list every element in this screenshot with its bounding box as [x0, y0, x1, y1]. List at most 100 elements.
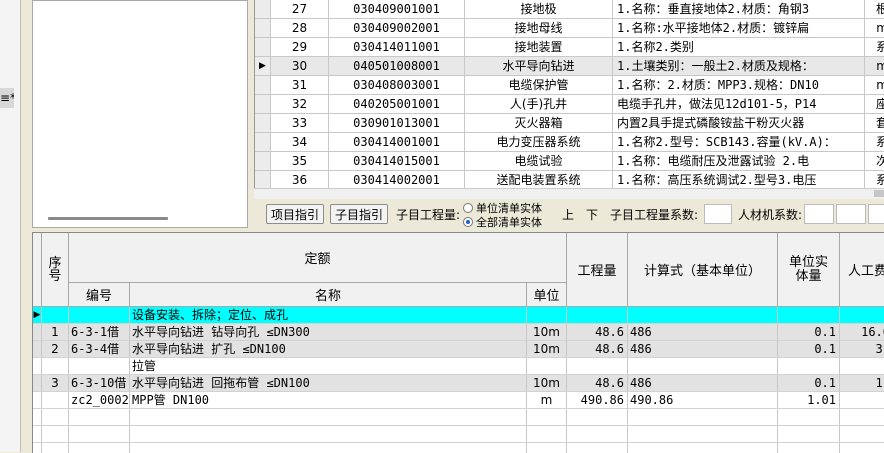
bill-cell-name[interactable]: 送配电装置系统 — [465, 171, 613, 188]
bill-cell-code[interactable]: 030901013001 — [329, 114, 465, 132]
bill-row[interactable]: 33030901013001灭火器箱内置2具手提式磷酸铵盐干粉灭火器套 — [255, 114, 884, 133]
row-indicator[interactable] — [255, 171, 271, 188]
bill-cell-feature[interactable]: 1.名称：电缆耐压及泄露试验 2.电 — [613, 152, 865, 170]
bill-cell-code[interactable]: 030414015001 — [329, 152, 465, 170]
quota-cell-formula[interactable]: 486 — [628, 375, 778, 391]
bill-cell-unit[interactable]: m — [865, 76, 884, 94]
header-unit[interactable]: 单位 — [527, 283, 567, 307]
quota-cell-labor[interactable] — [840, 409, 884, 425]
bill-cell-unit[interactable]: 系 — [865, 133, 884, 151]
quota-cell-seq[interactable]: 2 — [42, 341, 69, 357]
quota-cell-unit_qty[interactable] — [778, 409, 840, 425]
bill-cell-code[interactable]: 030414002001 — [329, 171, 465, 188]
row-indicator[interactable]: ▶ — [255, 57, 271, 75]
bill-cell-name[interactable]: 人(手)孔井 — [465, 95, 613, 113]
bill-cell-unit[interactable]: 座 — [865, 95, 884, 113]
radio-unit-entity[interactable] — [463, 203, 473, 213]
bill-row[interactable]: 35030414015001电缆试验1.名称：电缆耐压及泄露试验 2.电次 — [255, 152, 884, 171]
bill-cell-unit[interactable]: 根 — [865, 0, 884, 18]
row-indicator[interactable] — [255, 114, 271, 132]
quota-cell-qty[interactable] — [567, 307, 628, 323]
quota-cell-unit[interactable]: m — [527, 392, 567, 408]
bill-cell-name[interactable]: 电缆试验 — [465, 152, 613, 170]
row-indicator[interactable] — [255, 152, 271, 170]
bill-cell-unit[interactable]: 系 — [865, 38, 884, 56]
quota-cell-seq[interactable] — [42, 358, 69, 374]
tree-horizontal-scrollbar[interactable] — [48, 217, 168, 220]
bill-row[interactable]: 27030409001001接地极1.名称：垂直接地体2.材质：角钢3根 — [255, 0, 884, 19]
project-index-button[interactable]: 项目指引 — [266, 204, 325, 224]
bill-cell-code[interactable]: 030414001001 — [329, 133, 465, 151]
category-tree-panel[interactable] — [32, 0, 248, 228]
row-indicator[interactable] — [255, 133, 271, 151]
labor-coef-input-3[interactable] — [868, 204, 884, 224]
quota-cell-labor[interactable]: 3. — [840, 341, 884, 357]
bill-cell-feature[interactable]: 电缆手孔井，做法见12d101-5，P14 — [613, 95, 865, 113]
quota-cell-formula[interactable] — [628, 426, 778, 442]
bill-row[interactable]: 29030414011001接地装置1.名称2.类别系 — [255, 38, 884, 57]
bill-cell-unit[interactable]: m — [865, 19, 884, 37]
bill-row[interactable]: 28030409002001接地母线1.名称:水平接地体2.材质：镀锌扁m — [255, 19, 884, 38]
bill-row[interactable]: 36 030414002001 送配电装置系统 1.名称：高压系统调试2.型号3.电压… — [255, 171, 884, 188]
quota-cell-unit_qty[interactable] — [778, 426, 840, 442]
header-name[interactable]: 名称 — [130, 283, 527, 307]
row-indicator[interactable] — [255, 76, 271, 94]
quota-cell-labor[interactable] — [840, 358, 884, 374]
bill-cell-num[interactable]: 33 — [271, 114, 329, 132]
quota-cell-formula[interactable]: 486 — [628, 341, 778, 357]
quota-cell-name[interactable] — [130, 426, 527, 442]
bill-row[interactable]: 32 040205001001 人(手)孔井 电缆手孔井，做法见12d101-5，P1… — [255, 95, 884, 114]
bill-cell-unit[interactable]: m — [865, 57, 884, 75]
quota-row[interactable]: zc2_0002 MPP管 DN100 m 490.86 490.86 1.01 — [33, 392, 884, 409]
bill-row[interactable]: ▶30040501008001水平导向钻进1.土壤类别：一般土2.材质及规格：m — [255, 57, 884, 76]
quota-cell-name[interactable]: MPP管 DN100 — [130, 392, 527, 408]
quota-cell-unit_qty[interactable] — [778, 307, 840, 323]
bill-cell-feature[interactable]: 1.土壤类别：一般土2.材质及规格： — [613, 57, 865, 75]
row-indicator[interactable] — [255, 0, 271, 18]
quota-cell-name[interactable]: 水平导向钻进 扩孔 ≤DN100 — [130, 341, 527, 357]
quota-cell-qty[interactable]: 490.86 — [567, 392, 628, 408]
quota-cell-unit[interactable]: 10m — [527, 341, 567, 357]
quota-cell-qty[interactable]: 48.6 — [567, 324, 628, 340]
bill-cell-code[interactable]: 030409002001 — [329, 19, 465, 37]
bill-cell-code[interactable]: 030409001001 — [329, 0, 465, 18]
quota-cell-name[interactable] — [130, 409, 527, 425]
quota-cell-labor[interactable]: 16.0 — [840, 324, 884, 340]
quota-cell-unit[interactable] — [527, 307, 567, 323]
quota-cell-code[interactable]: zc2_0002 — [69, 392, 130, 408]
row-indicator[interactable] — [255, 19, 271, 37]
quota-cell-labor[interactable]: 1. — [840, 375, 884, 391]
quota-cell-formula[interactable] — [628, 409, 778, 425]
bill-cell-unit[interactable]: 次 — [865, 152, 884, 170]
quota-cell-code[interactable]: 6-3-10借 — [69, 375, 130, 391]
quota-row[interactable]: ▶ 设备安装、拆除；定位、成孔 — [33, 307, 884, 324]
quota-row[interactable]: 1 6-3-1借 水平导向钻进 钻导向孔 ≤DN300 10m 48.6 486 0.1 16… — [33, 324, 884, 341]
header-qty[interactable]: 工程量 — [567, 233, 628, 307]
quota-cell-name[interactable]: 设备安装、拆除；定位、成孔 — [130, 307, 527, 323]
quota-cell-name[interactable]: 拉管 — [130, 358, 527, 374]
quota-cell-qty[interactable]: 48.6 — [567, 341, 628, 357]
bill-row[interactable]: 31 030408003001 电缆保护管 1.名称：2.材质：MPP3.规格：DN1… — [255, 76, 884, 95]
quota-cell-qty[interactable] — [567, 358, 628, 374]
quota-cell-seq[interactable] — [42, 409, 69, 425]
quota-cell-labor[interactable] — [840, 307, 884, 323]
bill-cell-feature[interactable]: 内置2具手提式磷酸铵盐干粉灭火器 — [613, 114, 865, 132]
quota-cell-code[interactable] — [69, 409, 130, 425]
bill-cell-unit[interactable]: 套 — [865, 114, 884, 132]
bill-cell-num[interactable]: 36 — [271, 171, 329, 188]
scrollbar-thumb[interactable] — [874, 190, 884, 197]
quota-cell-formula[interactable] — [628, 307, 778, 323]
header-code[interactable]: 编号 — [69, 283, 130, 307]
header-seq[interactable]: 序号 — [42, 233, 69, 307]
quota-row[interactable]: 拉管 — [33, 358, 884, 375]
bill-cell-feature[interactable]: 1.名称2.类别 — [613, 38, 865, 56]
bill-cell-feature[interactable]: 1.名称2.型号：SCB143.容量(kV.A)： — [613, 133, 865, 151]
sub-coef-input[interactable] — [704, 204, 732, 224]
bill-cell-name[interactable]: 接地极 — [465, 0, 613, 18]
radio-all-entity-label[interactable]: 全部清单实体 — [476, 214, 542, 230]
quota-cell-seq[interactable] — [42, 426, 69, 442]
quota-cell-seq[interactable] — [42, 307, 69, 323]
quota-cell-seq[interactable]: 1 — [42, 324, 69, 340]
quota-cell-qty[interactable]: 48.6 — [567, 375, 628, 391]
bill-cell-unit[interactable]: 系 — [865, 171, 884, 188]
